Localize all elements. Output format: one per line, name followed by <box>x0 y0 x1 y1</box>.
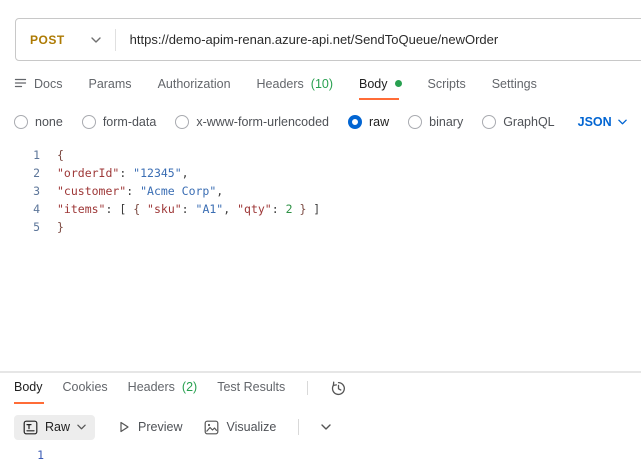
visualize-button[interactable]: Visualize <box>204 420 276 435</box>
radio-graphql[interactable]: GraphQL <box>482 115 554 129</box>
response-body-editor[interactable]: 1 <box>0 446 641 476</box>
body-type-row: none form-data x-www-form-urlencoded raw… <box>14 110 627 134</box>
response-history-button[interactable] <box>330 380 347 405</box>
raw-view-button[interactable]: Raw <box>14 415 95 440</box>
response-tab-headers[interactable]: Headers (2) <box>128 380 198 404</box>
tab-label: Cookies <box>63 380 108 394</box>
radio-binary[interactable]: binary <box>408 115 463 129</box>
headers-count-badge: (10) <box>311 77 333 91</box>
tab-label: Authorization <box>158 77 231 91</box>
url-input[interactable] <box>116 32 641 47</box>
tab-scripts[interactable]: Scripts <box>428 77 466 100</box>
tab-body[interactable]: Body <box>359 77 402 100</box>
language-label: JSON <box>578 115 612 129</box>
radio-x-www-form-urlencoded[interactable]: x-www-form-urlencoded <box>175 115 329 129</box>
response-tab-test-results[interactable]: Test Results <box>217 380 285 404</box>
tab-authorization[interactable]: Authorization <box>158 77 231 100</box>
response-tabs-divider <box>307 381 308 395</box>
radio-label: binary <box>429 115 463 129</box>
radio-label: x-www-form-urlencoded <box>196 115 329 129</box>
tab-docs[interactable]: Docs <box>14 77 62 100</box>
postman-request-view: POST Docs Params Authorization Headers (… <box>0 0 641 476</box>
response-toolbar: Raw Preview Visualize <box>14 413 331 441</box>
radio-circle-icon <box>175 115 189 129</box>
radio-form-data[interactable]: form-data <box>82 115 157 129</box>
radio-label: none <box>35 115 63 129</box>
raw-text-icon <box>23 420 38 435</box>
tab-params[interactable]: Params <box>88 77 131 100</box>
play-outline-icon <box>117 420 131 434</box>
tab-label: Scripts <box>428 77 466 91</box>
visualize-label: Visualize <box>226 420 276 434</box>
radio-circle-icon <box>482 115 496 129</box>
tab-label: Test Results <box>217 380 285 394</box>
chevron-down-icon <box>91 37 101 43</box>
radio-label: form-data <box>103 115 157 129</box>
toolbar-divider <box>298 419 299 435</box>
request-tabs: Docs Params Authorization Headers (10) B… <box>14 74 537 102</box>
radio-selected-icon <box>348 115 362 129</box>
response-tabs: Body Cookies Headers (2) Test Results <box>14 379 347 405</box>
response-line-number: 1 <box>0 446 44 464</box>
radio-raw[interactable]: raw <box>348 115 389 129</box>
response-tab-cookies[interactable]: Cookies <box>63 380 108 404</box>
tab-settings[interactable]: Settings <box>492 77 537 100</box>
tab-label: Body <box>359 77 388 91</box>
radio-label: raw <box>369 115 389 129</box>
request-body-editor-lines: 1{2"orderId": "12345",3"customer": "Acme… <box>0 146 641 236</box>
docs-list-icon <box>14 78 27 89</box>
tab-label: Headers <box>257 77 304 91</box>
body-modified-dot <box>395 80 402 87</box>
radio-circle-icon <box>82 115 96 129</box>
tab-label: Body <box>14 380 43 394</box>
tab-headers[interactable]: Headers (10) <box>257 77 333 100</box>
more-views-dropdown[interactable] <box>321 424 331 430</box>
image-icon <box>204 420 219 435</box>
chevron-down-icon <box>618 119 627 125</box>
url-bar: POST <box>15 18 641 61</box>
preview-button[interactable]: Preview <box>117 420 182 434</box>
raw-label: Raw <box>45 420 70 434</box>
chevron-down-icon <box>321 424 331 430</box>
radio-none[interactable]: none <box>14 115 63 129</box>
tab-label: Params <box>88 77 131 91</box>
method-label: POST <box>30 33 65 47</box>
preview-label: Preview <box>138 420 182 434</box>
history-clock-icon <box>330 380 347 397</box>
tab-label: Settings <box>492 77 537 91</box>
radio-circle-icon <box>14 115 28 129</box>
request-response-divider[interactable] <box>0 371 641 373</box>
chevron-down-icon <box>77 424 86 430</box>
request-body-editor[interactable]: 1{2"orderId": "12345",3"customer": "Acme… <box>0 146 641 371</box>
response-tab-body[interactable]: Body <box>14 380 43 404</box>
response-headers-count-badge: (2) <box>182 380 197 394</box>
radio-label: GraphQL <box>503 115 554 129</box>
method-dropdown[interactable]: POST <box>16 33 115 47</box>
tab-label: Docs <box>34 77 62 91</box>
language-dropdown[interactable]: JSON <box>578 115 627 129</box>
tab-label: Headers <box>128 380 175 394</box>
radio-circle-icon <box>408 115 422 129</box>
